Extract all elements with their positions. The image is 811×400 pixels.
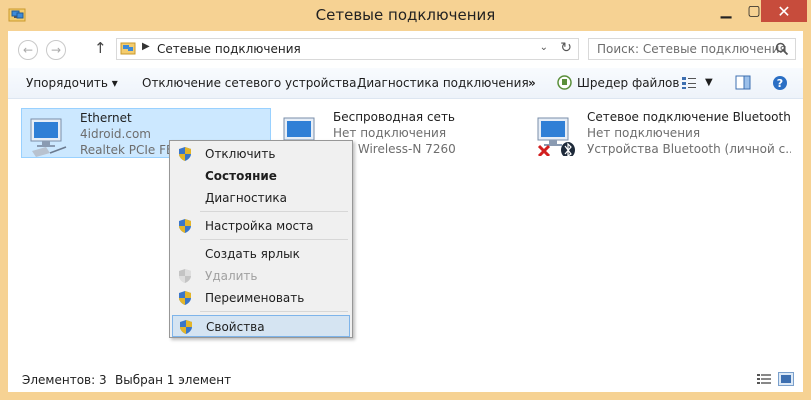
menu-separator — [200, 311, 348, 312]
arrow-left-icon: ← — [22, 43, 34, 57]
shredder-icon — [557, 75, 572, 90]
address-path: Сетевые подключения — [157, 42, 301, 56]
menu-item-bridge[interactable]: Настройка моста — [172, 215, 350, 237]
svg-text:?: ? — [777, 77, 783, 90]
search-input[interactable]: Поиск: Сетевые подключения — [588, 38, 796, 60]
menu-item-label: Настройка моста — [205, 219, 314, 233]
search-placeholder: Поиск: Сетевые подключения — [597, 42, 787, 56]
menu-item-label: Диагностика — [205, 191, 288, 205]
uac-shield-disabled-icon — [179, 269, 191, 283]
connection-status: Нет подключения — [333, 126, 447, 140]
menu-item-disable[interactable]: Отключить — [172, 143, 350, 165]
uac-shield-icon — [179, 147, 191, 161]
menu-item-properties[interactable]: Свойства — [172, 315, 350, 337]
view-options-chevron-icon[interactable]: ▼ — [705, 77, 713, 88]
address-bar[interactable]: ▶ Сетевые подключения ⌄ ↻ — [116, 38, 579, 60]
menu-item-rename[interactable]: Переименовать — [172, 287, 350, 309]
menu-item-label: Создать ярлык — [205, 247, 300, 261]
menu-item-label: Отключить — [205, 147, 276, 161]
disable-device-button[interactable]: Отключение сетевого устройства — [142, 76, 356, 90]
ethernet-adapter-icon — [30, 118, 67, 157]
connection-name: Беспроводная сеть — [333, 110, 456, 124]
forward-button[interactable]: → — [46, 40, 66, 60]
connection-device: Устройства Bluetooth (личной с... — [587, 142, 791, 156]
uac-shield-icon — [179, 219, 191, 233]
menu-item-label: Состояние — [205, 169, 277, 183]
menu-item-label: Удалить — [205, 269, 258, 283]
menu-item-diagnose[interactable]: Диагностика — [172, 187, 350, 209]
details-view-icon[interactable] — [756, 372, 772, 386]
help-icon[interactable]: ? — [772, 75, 788, 91]
uac-shield-icon — [180, 320, 192, 334]
back-button[interactable]: ← — [18, 40, 38, 60]
menu-separator — [200, 239, 348, 240]
status-bar: Элементов: 3 Выбран 1 элемент — [8, 367, 803, 392]
close-button[interactable]: ✕ — [761, 0, 807, 22]
menu-item-label: Свойства — [206, 320, 265, 334]
search-icon[interactable] — [775, 42, 789, 56]
connection-name: Сетевое подключение Bluetooth — [587, 110, 791, 124]
connections-list: Ethernet 4idroid.com Realtek PCIe FE F Б… — [8, 99, 803, 367]
context-menu: Отключить Состояние Диагностика Настройк… — [169, 140, 353, 338]
selection-count: Выбран 1 элемент — [115, 373, 232, 387]
arrow-up-icon: ↑ — [94, 39, 107, 57]
menu-item-status[interactable]: Состояние — [172, 165, 350, 187]
client-area: ← → ↑ ▶ Сетевые подключения ⌄ ↻ Поиск: С… — [8, 31, 803, 392]
shredder-button[interactable]: Шредер файлов — [577, 76, 679, 90]
preview-pane-icon[interactable] — [735, 75, 751, 90]
explorer-window: Сетевые подключения ▁ ▢ ✕ ← → ↑ ▶ Сетевы… — [0, 0, 811, 400]
title-bar[interactable]: Сетевые подключения ▁ ▢ ✕ — [0, 0, 811, 31]
command-bar: Упорядочить ▾ Отключение сетевого устрой… — [8, 68, 803, 99]
menu-item-label: Переименовать — [205, 291, 305, 305]
up-button[interactable]: ↑ — [94, 39, 107, 57]
arrow-right-icon: → — [50, 43, 62, 57]
network-folder-icon — [120, 42, 136, 55]
chevron-right-icon[interactable]: ▶ — [142, 41, 150, 52]
address-row: ← → ↑ ▶ Сетевые подключения ⌄ ↻ Поиск: С… — [8, 31, 803, 67]
menu-item-create-shortcut[interactable]: Создать ярлык — [172, 243, 350, 265]
diagnose-button[interactable]: Диагностика подключения — [357, 76, 529, 90]
refresh-icon[interactable]: ↻ — [560, 40, 572, 56]
connection-bluetooth[interactable]: Сетевое подключение Bluetooth Нет подклю… — [529, 108, 799, 158]
change-view-icon[interactable] — [681, 76, 699, 90]
uac-shield-icon — [179, 291, 191, 305]
more-commands-button[interactable]: » — [528, 76, 536, 90]
bluetooth-adapter-icon — [537, 117, 575, 156]
organize-button[interactable]: Упорядочить ▾ — [26, 76, 118, 90]
item-count: Элементов: 3 — [22, 373, 107, 387]
large-icons-view-icon[interactable] — [778, 372, 794, 386]
chevron-down-icon[interactable]: ⌄ — [540, 42, 548, 53]
connection-device: Realtek PCIe FE F — [80, 143, 170, 157]
menu-separator — [200, 211, 348, 212]
connection-status: 4idroid.com — [80, 127, 151, 141]
window-title: Сетевые подключения — [315, 6, 496, 24]
connection-status: Нет подключения — [587, 126, 701, 140]
connection-name: Ethernet — [80, 111, 132, 125]
menu-item-delete[interactable]: Удалить — [172, 265, 350, 287]
